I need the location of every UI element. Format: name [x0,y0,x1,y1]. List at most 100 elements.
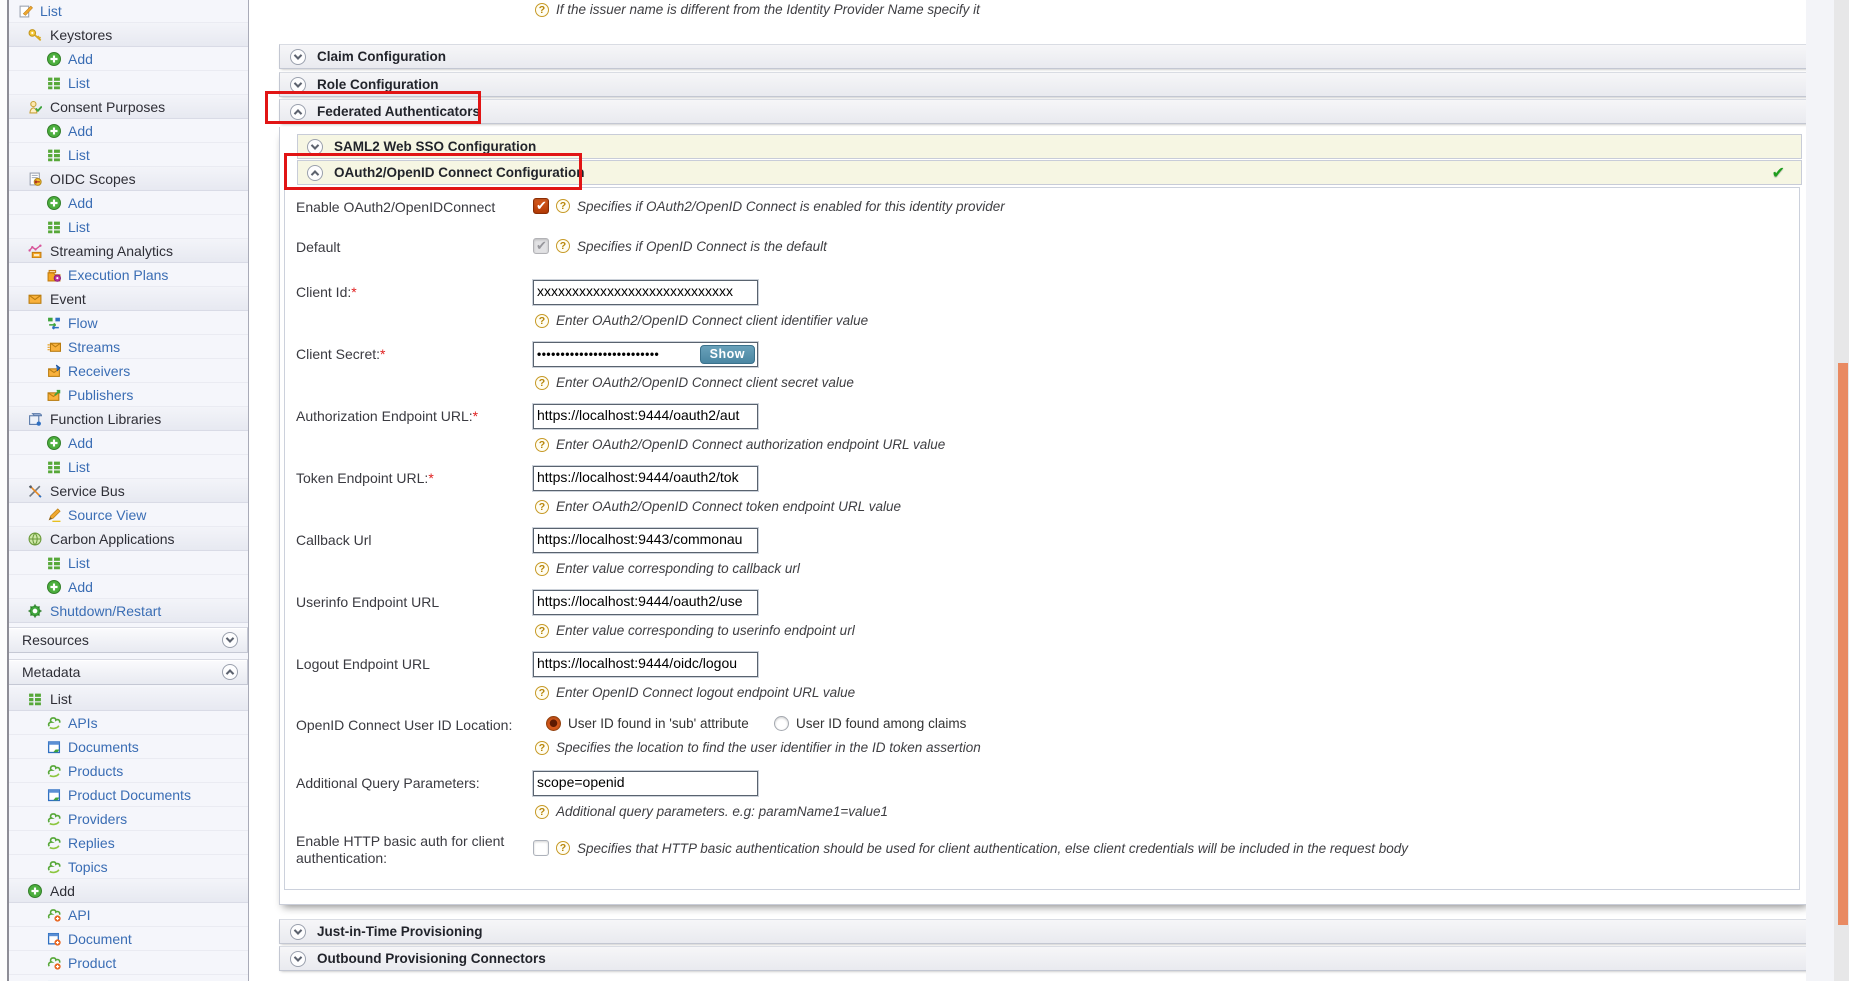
chevron-down-icon[interactable] [290,951,306,967]
sidebar-item-function-libraries[interactable]: Function Libraries [9,407,248,431]
client_id-input[interactable]: xxxxxxxxxxxxxxxxxxxxxxxxxxxx [533,280,758,305]
scrollbar-track[interactable] [1834,0,1849,981]
sidebar-item-label: API [68,907,91,923]
list-icon [28,692,42,706]
logout_url-input[interactable]: https://localhost:9444/oidc/logou [533,652,758,677]
chevron-up-icon[interactable] [222,664,238,680]
help-icon [556,199,570,213]
sidebar-item-label: Replies [68,835,115,851]
sidebar-item-list[interactable]: List [9,143,248,167]
sidebar-item-products[interactable]: Products [9,759,248,783]
sidebar-item-apis[interactable]: APIs [9,711,248,735]
sidebar-item-list[interactable]: List [9,215,248,239]
sidebar-item-add[interactable]: Add [9,191,248,215]
accordion-role-configuration[interactable]: Role Configuration [279,72,1811,97]
field-help: Enter OAuth2/OpenID Connect client secre… [535,375,854,390]
userinfo_url-input[interactable]: https://localhost:9444/oauth2/use [533,590,758,615]
field-label-authorization-endpoint-url: Authorization Endpoint URL:* [296,408,536,425]
sidebar-section-metadata[interactable]: Metadata [9,659,248,685]
sidebar-item-topics[interactable]: Topics [9,855,248,879]
field-help-text: Enter OAuth2/OpenID Connect client secre… [556,375,854,390]
sidebar-item-add[interactable]: Add [9,431,248,455]
sidebar-item-publishers[interactable]: Publishers [9,383,248,407]
sidebar-item-documents[interactable]: Documents [9,735,248,759]
sidebar-item-receivers[interactable]: Receivers [9,359,248,383]
sidebar-item-label: List [68,75,90,91]
chevron-down-icon[interactable] [222,632,238,648]
uid-among-claims-radio[interactable] [774,716,789,731]
sidebar-item-streaming-analytics[interactable]: Streaming Analytics [9,239,248,263]
subsection-oauth2-oidc[interactable]: OAuth2/OpenID Connect Configuration [297,160,1802,185]
carbon-app-icon [28,532,42,546]
sidebar-item-label: Streaming Analytics [50,243,173,259]
sidebar-item-carbon-applications[interactable]: Carbon Applications [9,527,248,551]
sidebar-item-api[interactable]: API [9,903,248,927]
sidebar-item-event[interactable]: Event [9,287,248,311]
left-margin [0,0,7,981]
chevron-up-icon[interactable] [290,104,306,120]
field-help-text: Specifies if OpenID Connect is the defau… [577,239,827,254]
callback_url-input[interactable]: https://localhost:9443/commonau [533,528,758,553]
show-password-button[interactable]: Show [700,345,755,364]
sidebar-item-list[interactable]: List [9,551,248,575]
accordion-title: Claim Configuration [317,49,446,64]
sidebar-item-label: Add [68,123,93,139]
help-icon [535,686,549,700]
token_url-input[interactable]: https://localhost:9444/oauth2/tok [533,466,758,491]
sidebar-item-flow[interactable]: Flow [9,311,248,335]
sidebar-item-source-view[interactable]: Source View [9,503,248,527]
key-icon [28,28,42,42]
sidebar-item-label: Execution Plans [68,267,168,283]
sidebar-item-product-documents[interactable]: Product Documents [9,783,248,807]
field-help-text: Enter value corresponding to userinfo en… [556,623,855,638]
sidebar-item-oidc-scopes[interactable]: OIDC Scopes [9,167,248,191]
chevron-down-icon[interactable] [290,924,306,940]
chevron-down-icon[interactable] [290,77,306,93]
field-label-enable-oauth2-openidconnect: Enable OAuth2/OpenIDConnect [296,199,536,216]
subsection-saml2-web-sso[interactable]: SAML2 Web SSO Configuration [297,134,1802,159]
sidebar-item-service-bus[interactable]: Service Bus [9,479,248,503]
sidebar-item-list[interactable]: List [9,0,248,23]
sidebar-item-add[interactable]: Add [9,47,248,71]
sidebar-item-providers[interactable]: Providers [9,807,248,831]
accordion-jit-provisioning[interactable]: Just-in-Time Provisioning [279,919,1811,944]
chevron-down-icon[interactable] [307,139,323,155]
sidebar-item-list[interactable]: List [9,71,248,95]
sidebar-item-add[interactable]: Add [9,575,248,599]
sidebar-item-consent-purposes[interactable]: Consent Purposes [9,95,248,119]
sidebar-item-execution-plans[interactable]: Execution Plans [9,263,248,287]
chevron-up-icon[interactable] [307,165,323,181]
field-label-client-id: Client Id:* [296,284,536,301]
sidebar-item-document[interactable]: Document [9,927,248,951]
sidebar-item-list[interactable]: List [9,687,248,711]
client_secret-input[interactable]: ••••••••••••••••••••••••••Show [533,342,758,367]
sidebar-item-keystores[interactable]: Keystores [9,23,248,47]
accordion-federated-authenticators[interactable]: Federated Authenticators [279,99,1811,124]
sidebar-item-product[interactable]: Product [9,951,248,975]
field-help: Additional query parameters. e.g: paramN… [535,804,888,819]
accordion-outbound-provisioning[interactable]: Outbound Provisioning Connectors [279,946,1811,971]
sidebar-item-label: Flow [68,315,98,331]
sidebar-item-add[interactable]: Add [9,119,248,143]
sidebar-section-resources[interactable]: Resources [9,627,248,653]
uid-sub-attribute-radio[interactable] [546,716,561,731]
analytics-icon [28,244,42,258]
list-icon [47,460,61,474]
accordion-claim-configuration[interactable]: Claim Configuration [279,44,1811,69]
sidebar-item-replies[interactable]: Replies [9,831,248,855]
api-icon [47,716,61,730]
scrollbar-thumb[interactable] [1838,363,1848,925]
query_params-input[interactable]: scope=openid [533,771,758,796]
enable-checkbox[interactable] [533,198,549,214]
sidebar-item-streams[interactable]: Streams [9,335,248,359]
http_basic-checkbox[interactable] [533,840,549,856]
sidebar-item-shutdown-restart[interactable]: Shutdown/Restart [9,599,248,623]
section-label: Metadata [9,664,80,680]
source-view-icon [47,508,61,522]
sidebar-item-item[interactable] [9,975,248,981]
sidebar-item-list[interactable]: List [9,455,248,479]
auth_url-input[interactable]: https://localhost:9444/oauth2/aut [533,404,758,429]
plus-icon [47,124,61,138]
chevron-down-icon[interactable] [290,49,306,65]
sidebar-item-add[interactable]: Add [9,879,248,903]
